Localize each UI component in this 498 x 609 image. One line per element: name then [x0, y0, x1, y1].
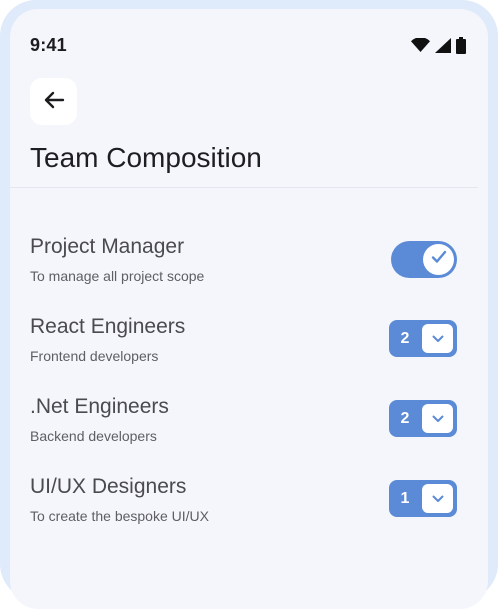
cellular-signal-icon: [435, 37, 451, 53]
wifi-icon: [411, 38, 430, 52]
device-frame: 9:41 Team Composition Project Manager To…: [0, 0, 498, 609]
role-row-net-engineers: .Net Engineers Backend developers 2: [10, 395, 488, 455]
toggle-knob: [423, 244, 454, 275]
battery-icon: [456, 36, 466, 54]
role-subtitle: To manage all project scope: [30, 268, 205, 284]
net-engineers-count-select[interactable]: 2: [389, 400, 457, 437]
arrow-left-icon: [43, 91, 65, 112]
status-bar: 9:41: [10, 9, 488, 79]
ui-ux-designers-count-select[interactable]: 1: [389, 480, 457, 517]
role-subtitle: Backend developers: [30, 428, 157, 444]
role-row-react-engineers: React Engineers Frontend developers 2: [10, 315, 488, 375]
role-row-ui-ux-designers: UI/UX Designers To create the bespoke UI…: [10, 475, 488, 535]
project-manager-toggle[interactable]: [391, 241, 457, 278]
role-title: React Engineers: [30, 315, 186, 338]
checkmark-icon: [431, 250, 447, 269]
role-row-project-manager: Project Manager To manage all project sc…: [10, 235, 488, 295]
role-title: Project Manager: [30, 235, 185, 258]
role-title: UI/UX Designers: [30, 475, 187, 498]
page-title: Team Composition: [30, 142, 262, 173]
screen: 9:41 Team Composition Project Manager To…: [10, 9, 488, 609]
count-value: 2: [400, 330, 410, 347]
status-icons: [411, 36, 466, 54]
role-subtitle: Frontend developers: [30, 348, 159, 364]
count-value: 2: [400, 410, 410, 427]
chevron-down-icon[interactable]: [422, 324, 453, 353]
header-divider: [10, 187, 478, 188]
role-subtitle: To create the bespoke UI/UX: [30, 508, 209, 524]
status-time: 9:41: [30, 35, 67, 55]
role-title: .Net Engineers: [30, 395, 169, 418]
chevron-down-icon[interactable]: [422, 404, 453, 433]
react-engineers-count-select[interactable]: 2: [389, 320, 457, 357]
back-button[interactable]: [30, 78, 77, 125]
count-value: 1: [400, 490, 410, 507]
chevron-down-icon[interactable]: [422, 484, 453, 513]
